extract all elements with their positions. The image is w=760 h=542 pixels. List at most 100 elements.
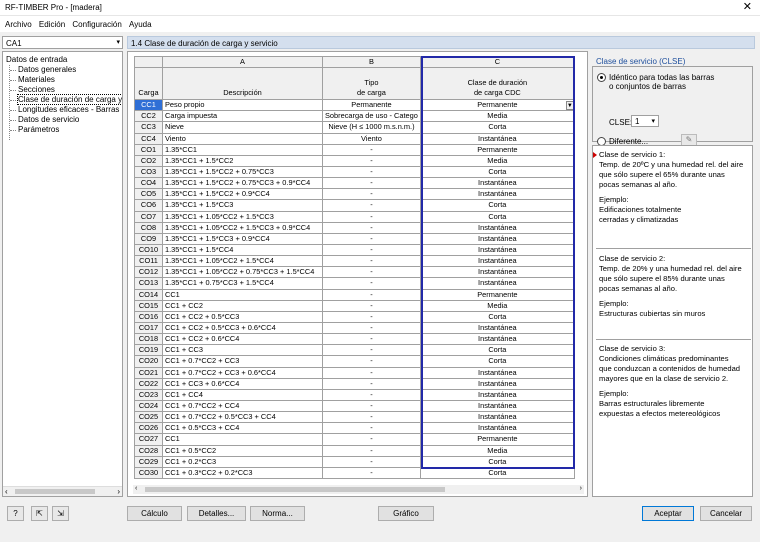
load-type-cell[interactable]: - bbox=[322, 255, 421, 268]
description-cell[interactable]: CC1 + 0.7*CC2 + CC3 + 0.6*CC4 bbox=[162, 366, 323, 379]
load-type-cell[interactable]: - bbox=[322, 221, 421, 234]
load-type-cell[interactable]: - bbox=[322, 199, 421, 212]
description-cell[interactable]: CC1 + CC2 bbox=[162, 299, 323, 312]
chevron-down-icon[interactable]: ▼ bbox=[565, 101, 574, 110]
export-icon[interactable]: ⇱ bbox=[31, 506, 48, 521]
accept-button[interactable]: Aceptar bbox=[642, 506, 694, 521]
details-button[interactable]: Detalles... bbox=[187, 506, 246, 521]
close-icon[interactable]: ✕ bbox=[743, 0, 752, 13]
identical-radio[interactable] bbox=[597, 73, 606, 82]
cdc-cell[interactable]: Corta bbox=[419, 344, 575, 357]
row-header[interactable]: CO27 bbox=[134, 433, 163, 446]
row-header[interactable]: CO18 bbox=[134, 333, 163, 346]
load-type-cell[interactable]: - bbox=[322, 310, 421, 323]
row-header[interactable]: CO20 bbox=[134, 355, 163, 368]
row-header[interactable]: CO25 bbox=[134, 411, 163, 424]
load-type-cell[interactable]: - bbox=[322, 299, 421, 312]
cdc-cell[interactable]: Instantánea bbox=[419, 411, 575, 424]
cdc-cell[interactable]: Instantánea bbox=[419, 422, 575, 435]
menu-edicion[interactable]: Edición bbox=[39, 20, 65, 29]
scroll-right-icon[interactable]: › bbox=[117, 487, 120, 496]
description-cell[interactable]: CC1 + 0.3*CC2 + 0.2*CC3 bbox=[162, 466, 323, 479]
tree-item[interactable]: Longitudes eficaces - Barras bbox=[10, 105, 122, 115]
norma-button[interactable]: Norma... bbox=[250, 506, 305, 521]
row-header[interactable]: CO23 bbox=[134, 388, 163, 401]
cancel-button[interactable]: Cancelar bbox=[700, 506, 752, 521]
description-cell[interactable]: 1.35*CC1 + 1.5*CC2 bbox=[162, 154, 323, 167]
load-type-cell[interactable]: - bbox=[322, 277, 421, 290]
import-icon[interactable]: ⇲ bbox=[52, 506, 69, 521]
help-icon[interactable]: ? bbox=[7, 506, 24, 521]
clse-select[interactable]: 1 ▾ bbox=[631, 115, 659, 127]
row-header[interactable]: CO2 bbox=[134, 154, 163, 167]
cdc-cell[interactable]: Media bbox=[419, 110, 575, 123]
cdc-cell[interactable]: Corta bbox=[419, 455, 575, 468]
description-cell[interactable]: 1.35*CC1 + 1.5*CC2 + 0.9*CC4 bbox=[162, 188, 323, 201]
description-cell[interactable]: Viento bbox=[162, 132, 323, 145]
col-letter-b[interactable]: B bbox=[322, 55, 421, 69]
row-header[interactable]: CO8 bbox=[134, 221, 163, 234]
description-cell[interactable]: 1.35*CC1 + 1.05*CC2 + 1.5*CC3 + 0.9*CC4 bbox=[162, 221, 323, 234]
load-type-cell[interactable]: - bbox=[322, 399, 421, 413]
load-type-cell[interactable]: - bbox=[322, 455, 421, 468]
description-cell[interactable]: CC1 + CC4 bbox=[162, 388, 323, 401]
cdc-cell[interactable]: Corta bbox=[419, 310, 575, 323]
description-cell[interactable]: 1.35*CC1 + 1.5*CC4 bbox=[162, 243, 323, 257]
description-cell[interactable]: CC1 + 0.2*CC3 bbox=[162, 455, 323, 468]
cdc-cell[interactable]: Corta bbox=[419, 466, 575, 479]
description-cell[interactable]: 1.35*CC1 + 1.5*CC3 + 0.9*CC4 bbox=[162, 232, 323, 245]
description-cell[interactable]: CC1 + CC2 + 0.5*CC3 bbox=[162, 310, 323, 323]
menu-ayuda[interactable]: Ayuda bbox=[129, 20, 152, 29]
scroll-left-icon[interactable]: ‹ bbox=[5, 487, 8, 496]
load-type-cell[interactable]: - bbox=[322, 344, 421, 357]
row-header[interactable]: CO9 bbox=[134, 232, 163, 245]
load-type-cell[interactable]: - bbox=[322, 422, 421, 435]
menu-configuracion[interactable]: Configuración bbox=[72, 20, 121, 29]
load-type-cell[interactable]: - bbox=[322, 165, 421, 179]
cdc-cell[interactable]: Instantánea bbox=[419, 243, 575, 257]
description-cell[interactable]: CC1 + CC3 + 0.6*CC4 bbox=[162, 377, 323, 390]
cdc-cell[interactable]: Instantánea bbox=[419, 255, 575, 268]
load-type-cell[interactable]: - bbox=[322, 243, 421, 257]
cdc-cell[interactable]: Instantánea bbox=[419, 188, 575, 201]
load-type-cell[interactable]: - bbox=[322, 355, 421, 368]
load-type-cell[interactable]: - bbox=[322, 333, 421, 346]
load-type-cell[interactable]: - bbox=[322, 154, 421, 167]
load-type-cell[interactable]: - bbox=[322, 388, 421, 401]
row-header[interactable]: CO24 bbox=[134, 399, 163, 413]
tree-item[interactable]: Secciones bbox=[10, 85, 122, 95]
cdc-cell[interactable]: Instantánea bbox=[419, 333, 575, 346]
row-header[interactable]: CO22 bbox=[134, 377, 163, 390]
row-header[interactable]: CC1 bbox=[134, 99, 163, 112]
tree-root[interactable]: Datos de entrada bbox=[6, 55, 67, 64]
row-header[interactable]: CO15 bbox=[134, 299, 163, 312]
cdc-cell[interactable]: Media bbox=[419, 154, 575, 167]
tree-item[interactable]: Datos generales bbox=[10, 65, 122, 75]
cdc-cell[interactable]: Instantánea bbox=[419, 232, 575, 245]
description-cell[interactable]: CC1 + 0.5*CC2 bbox=[162, 444, 323, 457]
row-header[interactable]: CO11 bbox=[134, 255, 163, 268]
row-header[interactable]: CO10 bbox=[134, 243, 163, 257]
col-letter-a[interactable]: A bbox=[162, 55, 323, 69]
description-cell[interactable]: CC1 + CC2 + 0.5*CC3 + 0.6*CC4 bbox=[162, 321, 323, 335]
description-cell[interactable]: CC1 + CC2 + 0.6*CC4 bbox=[162, 333, 323, 346]
scroll-thumb[interactable] bbox=[15, 489, 95, 494]
load-type-cell[interactable]: - bbox=[322, 188, 421, 201]
cdc-cell[interactable]: Corta bbox=[419, 121, 575, 134]
row-header[interactable]: CO16 bbox=[134, 310, 163, 323]
description-cell[interactable]: CC1 bbox=[162, 433, 323, 446]
row-header[interactable]: CO6 bbox=[134, 199, 163, 212]
cdc-cell[interactable]: Corta bbox=[419, 355, 575, 368]
description-cell[interactable]: CC1 + 0.7*CC2 + CC4 bbox=[162, 399, 323, 413]
cdc-cell[interactable]: Corta bbox=[419, 165, 575, 179]
scroll-left-icon[interactable]: ‹ bbox=[135, 485, 137, 492]
cdc-cell[interactable]: Permanente bbox=[419, 143, 575, 156]
load-type-cell[interactable]: - bbox=[322, 444, 421, 457]
navigator-hscroll[interactable]: ‹ › bbox=[3, 486, 122, 496]
load-type-cell[interactable]: - bbox=[322, 288, 421, 301]
load-case-select[interactable]: CA1 ▾ bbox=[2, 36, 123, 49]
row-header[interactable]: CO3 bbox=[134, 165, 163, 179]
cdc-cell[interactable]: Media bbox=[419, 299, 575, 312]
description-cell[interactable]: 1.35*CC1 + 1.5*CC3 bbox=[162, 199, 323, 212]
row-header[interactable]: CO14 bbox=[134, 288, 163, 301]
